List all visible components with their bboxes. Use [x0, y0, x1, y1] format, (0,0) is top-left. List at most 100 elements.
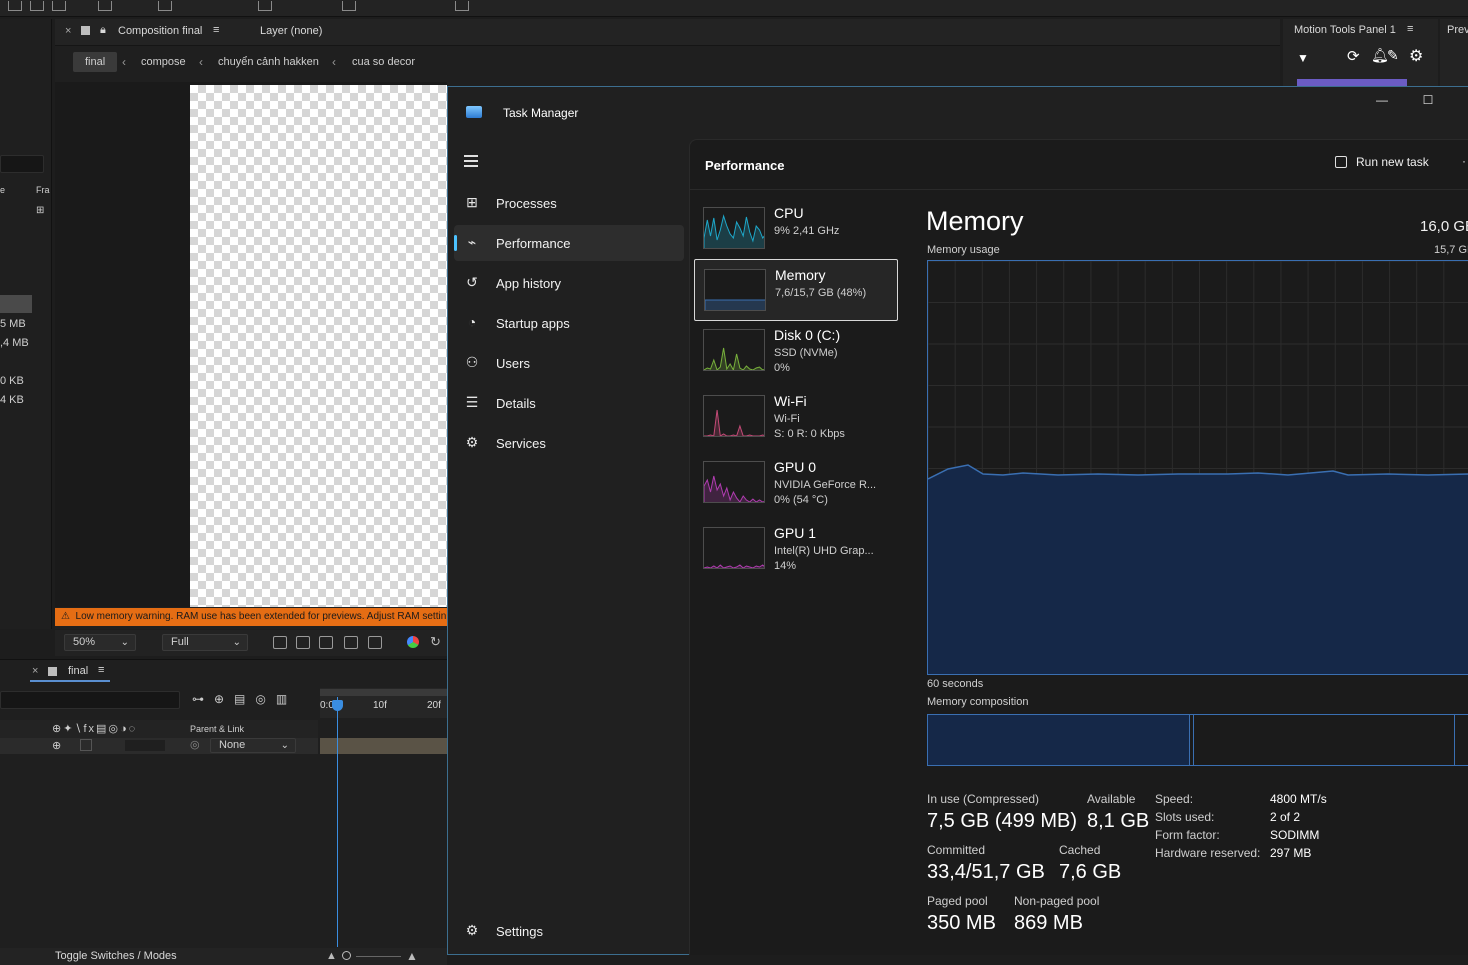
resource-name: GPU 1 — [774, 525, 817, 541]
resource-gpu0[interactable]: GPU 0 NVIDIA GeForce R... 0% (54 °C) — [694, 452, 898, 514]
in-use-value: 7,5 GB (499 MB) — [927, 810, 1078, 832]
sidebar-item-startup-apps[interactable]: ◔ Startup apps — [454, 305, 684, 341]
color-channels-icon[interactable] — [407, 636, 419, 648]
dropdown-arrow-icon[interactable]: ▼ — [1297, 51, 1309, 65]
in-use-label: In use (Compressed) — [927, 792, 1040, 806]
breadcrumb-item[interactable]: compose — [141, 56, 186, 68]
column-header: e — [0, 185, 6, 195]
tool-icon[interactable] — [258, 1, 272, 11]
sidebar-item-app-history[interactable]: ↺ App history — [454, 265, 684, 301]
close-icon[interactable]: × — [32, 665, 38, 677]
speed-label: Speed: — [1155, 792, 1194, 806]
playhead[interactable] — [337, 697, 338, 947]
sidebar-item-settings[interactable]: ⚙ Settings — [454, 913, 684, 949]
wifi-thumbnail-graph — [703, 395, 765, 437]
active-indicator — [454, 235, 457, 251]
resource-disk[interactable]: Disk 0 (C:) SSD (NVMe) 0% — [694, 320, 898, 382]
sidebar-item-performance[interactable]: ⌁ Performance — [454, 225, 684, 261]
tool-icon[interactable] — [98, 1, 112, 11]
tool-icon[interactable] — [8, 1, 22, 11]
breadcrumb-item[interactable]: cua so decor — [352, 56, 415, 68]
grid-icon[interactable] — [368, 636, 382, 649]
hardware-reserved-label: Hardware reserved: — [1155, 846, 1261, 860]
list-item[interactable] — [0, 295, 32, 313]
layer-column-header: ⊕✦∖fx▤◎◑◌ Parent & Link — [0, 720, 318, 738]
gpu1-thumbnail-graph — [703, 527, 765, 569]
tab-menu-icon[interactable]: ≡ — [1407, 23, 1413, 35]
tab-composition[interactable]: Composition final — [118, 25, 202, 37]
timeline-switch-icons[interactable]: ⊶⊕▤◎▥ — [192, 692, 312, 710]
sidebar-item-processes[interactable]: ⊞ Processes — [454, 185, 684, 221]
tool-icon[interactable] — [158, 1, 172, 11]
breadcrumb-item[interactable]: final — [73, 52, 118, 72]
project-search-input[interactable] — [0, 155, 44, 173]
zoom-slider[interactable] — [356, 956, 401, 957]
layer-track-bar[interactable] — [320, 738, 447, 754]
pick-whip-icon[interactable]: ◎ — [190, 738, 200, 751]
zoom-in-icon[interactable]: ▲ — [406, 949, 418, 963]
playhead-handle[interactable] — [332, 700, 343, 711]
parent-select[interactable]: None ⌄ — [210, 738, 296, 753]
run-new-task-button[interactable]: Run new task — [1335, 155, 1429, 169]
resource-detail: SSD (NVMe) — [774, 347, 838, 359]
zoom-out-icon[interactable]: ▲ — [326, 950, 337, 962]
work-area-bar[interactable] — [320, 689, 447, 696]
region-icon[interactable] — [344, 636, 358, 649]
sparkline-area — [704, 214, 764, 248]
sparkline-area — [704, 347, 764, 370]
slots-value: 2 of 2 — [1270, 810, 1301, 824]
zoom-select[interactable]: 50% ⌄ — [64, 634, 136, 651]
warning-text: Low memory warning. RAM use has been ext… — [75, 611, 447, 622]
resource-gpu1[interactable]: GPU 1 Intel(R) UHD Grap... 14% — [694, 518, 898, 580]
lock-icon[interactable]: 🔒︎ — [100, 24, 106, 37]
performance-page: Performance Run new task · CPU 9% 2,41 G… — [689, 139, 1468, 955]
memory-title: Memory — [926, 206, 1024, 236]
tool-icon[interactable] — [455, 1, 469, 11]
tab-menu-icon[interactable]: ≡ — [213, 24, 219, 36]
minimize-icon[interactable]: — — [1360, 93, 1404, 113]
layer-switches[interactable] — [125, 740, 165, 751]
hierarchy-icon[interactable]: ⊞ — [36, 205, 44, 216]
reset-exposure-icon[interactable]: ↻ — [430, 634, 441, 650]
timeline-tab-label[interactable]: final — [68, 665, 88, 677]
resolution-select[interactable]: Full ⌄ — [162, 634, 248, 651]
resource-cpu[interactable]: CPU 9% 2,41 GHz — [694, 198, 898, 260]
motion-tools-title[interactable]: Motion Tools Panel 1 — [1294, 24, 1396, 36]
sidebar-item-users[interactable]: ⚇ Users — [454, 345, 684, 381]
title-bar[interactable]: Task Manager — ☐ — [448, 87, 1468, 139]
snapshot-icon[interactable] — [273, 636, 287, 649]
breadcrumb: final ‹ compose ‹ chuyển cảnh hakken ‹ c… — [55, 47, 1280, 79]
ruler-label: 10f — [373, 700, 387, 711]
gpu0-sparkline — [704, 475, 764, 502]
tool-icon[interactable] — [342, 1, 356, 11]
composition-tabbar: × 🔒︎ Composition final ≡ Layer (none) — [55, 19, 1280, 46]
tab-menu-icon[interactable]: ≡ — [98, 664, 104, 676]
tool-icon[interactable] — [30, 1, 44, 11]
preview-tab[interactable]: Prev — [1447, 24, 1468, 36]
timeline-search-input[interactable] — [0, 691, 180, 709]
transparency-toggle-icon[interactable] — [296, 636, 310, 649]
resource-wifi[interactable]: Wi-Fi Wi-Fi S: 0 R: 0 Kbps — [694, 386, 898, 448]
tool-icon[interactable] — [52, 1, 66, 11]
maximize-icon[interactable]: ☐ — [1406, 93, 1450, 113]
chevron-down-icon: ⌄ — [280, 740, 289, 751]
gear-icon[interactable]: ⚙ — [1409, 46, 1423, 66]
zoom-slider-handle[interactable] — [342, 951, 351, 960]
tool-buttons-row[interactable] — [1297, 79, 1407, 86]
tab-layer[interactable]: Layer (none) — [260, 25, 322, 37]
sidebar-item-services[interactable]: ⚙ Services — [454, 425, 684, 461]
more-options-icon[interactable]: · — [1462, 154, 1466, 168]
resource-name: Memory — [775, 267, 826, 283]
layer-row[interactable]: ⊕ ◎ None ⌄ — [0, 738, 318, 754]
shy-icon[interactable]: ⊕ — [52, 739, 61, 752]
sidebar-item-details[interactable]: ☰ Details — [454, 385, 684, 421]
toggle-switches-modes[interactable]: Toggle Switches / Modes — [55, 950, 177, 962]
resource-memory[interactable]: Memory 7,6/15,7 GB (48%) — [694, 259, 898, 321]
refresh-icon[interactable]: ⟳ — [1347, 47, 1360, 65]
close-icon[interactable]: × — [65, 25, 71, 37]
mask-toggle-icon[interactable] — [319, 636, 333, 649]
details-list-icon: ☰ — [465, 394, 479, 410]
pen-icon[interactable]: ✎ — [1387, 47, 1399, 64]
quality-icon[interactable] — [80, 739, 92, 751]
breadcrumb-item[interactable]: chuyển cảnh hakken — [218, 56, 319, 68]
